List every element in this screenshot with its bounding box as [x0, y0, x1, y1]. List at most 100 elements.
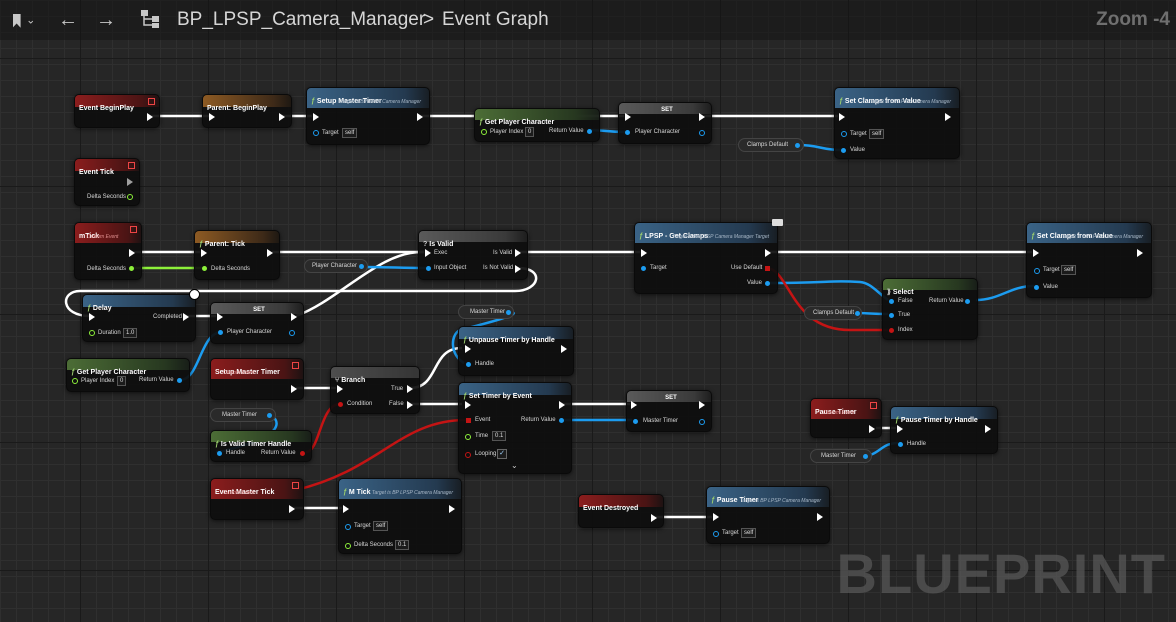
time-value[interactable]: 0.1 — [492, 431, 507, 441]
pause-timer-event-node[interactable]: Pause Timer Custom Event — [810, 398, 882, 438]
lpsp-get-clamps-node[interactable]: ƒ LPSP - Get Clamps Target is BP LPSP Came… — [634, 219, 783, 294]
exec-out-pin[interactable] — [765, 249, 771, 257]
true-exec-pin[interactable] — [407, 385, 413, 393]
use-default-pin[interactable] — [765, 266, 770, 271]
exec-out-pin[interactable] — [291, 385, 297, 393]
exec-out-pin[interactable] — [699, 401, 705, 409]
output-pin[interactable] — [855, 311, 860, 316]
false-pin[interactable] — [889, 299, 894, 304]
set-clamps-from-value-node[interactable]: ƒ Set Clamps from Value Target is BP LPSP … — [834, 87, 960, 159]
target-value[interactable]: self — [741, 528, 757, 538]
exec-out-pin[interactable] — [279, 113, 285, 121]
exec-out-pin[interactable] — [417, 113, 423, 121]
exec-out-pin[interactable] — [449, 505, 455, 513]
master-timer-pin[interactable] — [633, 419, 638, 424]
exec-in-pin[interactable] — [713, 513, 719, 521]
exec-in-pin[interactable] — [1033, 249, 1039, 257]
unpause-timer-by-handle-node[interactable]: ƒ Unpause Timer by Handle Handle — [458, 326, 574, 376]
condition-pin[interactable] — [338, 402, 343, 407]
exec-out-pin[interactable] — [291, 313, 297, 321]
setup-master-timer-call-node[interactable]: ƒ Setup Master Timer Target is BP LPSP Cam… — [306, 87, 430, 145]
forward-arrow-button[interactable]: → — [94, 8, 118, 32]
exec-out-pin[interactable] — [127, 178, 133, 186]
exec-in-pin[interactable] — [625, 113, 631, 121]
setup-master-timer-event-node[interactable]: Setup Master Timer Custom Event — [210, 358, 304, 400]
exec-out-pin[interactable] — [869, 425, 875, 433]
pause-timer-by-handle-node[interactable]: ƒ Pause Timer by Handle Handle — [890, 406, 998, 454]
set-master-timer-node[interactable]: SET Master Timer — [626, 390, 712, 432]
exec-in-pin[interactable] — [465, 345, 471, 353]
parent-beginplay-node[interactable]: Parent: BeginPlay — [202, 94, 292, 128]
looping-checkbox[interactable]: ✓ — [497, 449, 507, 459]
return-value-pin[interactable] — [177, 378, 182, 383]
is-valid-node[interactable]: ? Is Valid Exec Is Valid Input Object Is … — [418, 230, 528, 280]
exec-out-pin[interactable] — [147, 113, 153, 121]
clamps-default-variable-node[interactable]: Clamps Default — [804, 306, 862, 320]
master-timer-variable-node[interactable]: Master Timer — [810, 449, 872, 463]
target-value[interactable]: self — [342, 128, 358, 138]
get-player-character-node[interactable]: ƒ Get Player Character Player Index 0 Ret… — [66, 358, 190, 392]
exec-out-pin[interactable] — [129, 249, 135, 257]
exec-in-pin[interactable] — [343, 505, 349, 513]
exec-in-pin[interactable] — [631, 401, 637, 409]
exec-in-pin[interactable] — [337, 385, 343, 393]
event-pin[interactable] — [466, 418, 471, 423]
exec-in-pin[interactable] — [313, 113, 319, 121]
delay-node[interactable]: ƒ Delay Completed Duration 1.0 — [82, 289, 200, 342]
exec-in-pin[interactable] — [89, 313, 95, 321]
player-index-pin[interactable] — [72, 378, 78, 384]
index-pin[interactable] — [889, 328, 894, 333]
target-value[interactable]: self — [1061, 265, 1077, 275]
player-index-value[interactable]: 0 — [117, 376, 127, 386]
return-value-pin[interactable] — [965, 299, 970, 304]
set-player-character-node[interactable]: SET Player Character — [618, 102, 712, 144]
output-pin[interactable] — [506, 310, 511, 315]
delta-seconds-value[interactable]: 0.1 — [395, 540, 410, 550]
false-exec-pin[interactable] — [407, 401, 413, 409]
exec-out-pin[interactable] — [699, 113, 705, 121]
set-timer-by-event-node[interactable]: ƒ Set Timer by Event Event Return Value T… — [458, 382, 572, 474]
handle-pin[interactable] — [466, 362, 471, 367]
select-node[interactable]: ⟫ Select False Return Value True Index — [882, 278, 978, 340]
is-not-valid-exec-pin[interactable] — [515, 265, 521, 273]
get-player-character-node[interactable]: ƒ Get Player Character Player Index 0 Ret… — [474, 108, 600, 142]
value-pin[interactable] — [765, 281, 770, 286]
true-pin[interactable] — [889, 313, 894, 318]
exec-out-pin[interactable] — [559, 401, 565, 409]
exec-in-pin[interactable] — [217, 313, 223, 321]
is-valid-timer-handle-node[interactable]: ƒ Is Valid Timer Handle Handle Return Val… — [210, 430, 312, 462]
target-pin[interactable] — [345, 524, 351, 530]
target-value[interactable]: self — [373, 521, 389, 531]
output-pin[interactable] — [359, 264, 364, 269]
handle-pin[interactable] — [217, 451, 222, 456]
time-pin[interactable] — [465, 434, 471, 440]
input-object-pin[interactable] — [426, 266, 431, 271]
exec-in-pin[interactable] — [209, 113, 215, 121]
event-beginplay-node[interactable]: Event BeginPlay — [74, 94, 160, 128]
return-value-pin[interactable] — [587, 129, 592, 134]
output-pin[interactable] — [795, 143, 800, 148]
clamps-default-variable-node[interactable]: Clamps Default — [738, 138, 804, 152]
duration-pin[interactable] — [89, 330, 95, 336]
value-pin[interactable] — [841, 148, 846, 153]
branch-node[interactable]: ⑂ Branch True Condition False — [330, 366, 420, 414]
parent-tick-node[interactable]: ƒ Parent: Tick Delta Seconds — [194, 230, 280, 280]
chevron-down-icon[interactable]: ⌄ — [511, 461, 518, 470]
exec-in-pin[interactable] — [425, 249, 431, 257]
exec-in-pin[interactable] — [641, 249, 647, 257]
set-player-character-node[interactable]: SET Player Character — [210, 302, 304, 344]
breadcrumb-blueprint[interactable]: BP_LPSP_Camera_Manager — [177, 8, 425, 32]
delta-seconds-pin[interactable] — [129, 266, 134, 271]
exec-out-pin[interactable] — [651, 514, 657, 522]
player-character-variable-node[interactable]: Player Character — [304, 259, 368, 273]
return-value-pin[interactable] — [559, 418, 564, 423]
target-pin[interactable] — [641, 266, 646, 271]
target-pin[interactable] — [713, 531, 719, 537]
set-clamps-from-value-node[interactable]: ƒ Set Clamps from Value Target is BP LPSP … — [1026, 222, 1152, 298]
bookmark-dropdown-button[interactable]: ⌄ — [6, 8, 42, 32]
output-pin[interactable] — [267, 413, 272, 418]
m-tick-call-node[interactable]: ƒM Tick Target is BP LPSP Camera Manager … — [338, 478, 462, 554]
output-pin[interactable] — [699, 419, 705, 425]
player-character-pin[interactable] — [218, 330, 223, 335]
looping-pin[interactable] — [465, 452, 471, 458]
